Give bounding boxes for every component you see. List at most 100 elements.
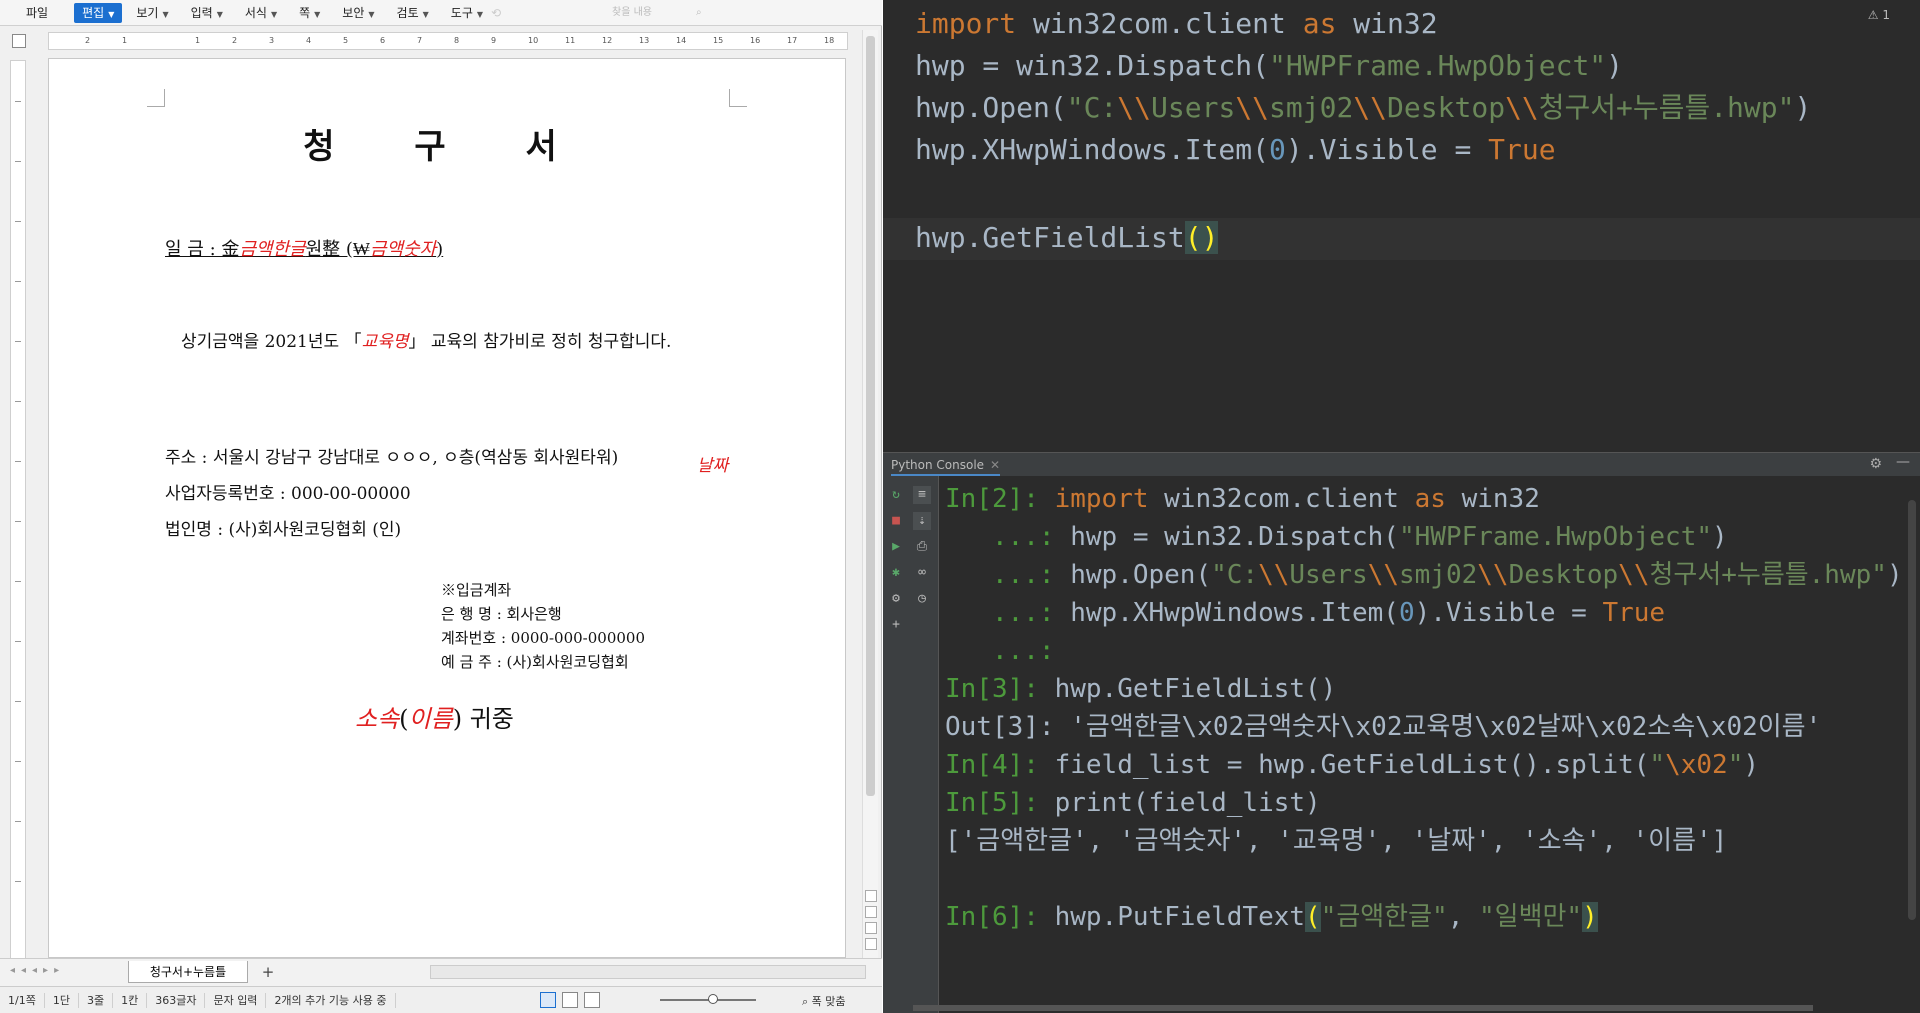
vertical-ruler[interactable]	[10, 60, 26, 960]
menu-tools-label: 도구	[450, 5, 473, 20]
field-department[interactable]: 소속	[355, 705, 399, 733]
gear-icon[interactable]: ⚙	[1869, 456, 1882, 472]
ruler-tick: 6	[380, 36, 386, 45]
doc-tab[interactable]: 청구서+누름틀	[128, 961, 248, 983]
console-line: In[3]: hwp.GetFieldList()	[945, 674, 1337, 704]
ruler-tick: 3	[269, 36, 275, 45]
ruler-tick: 9	[491, 36, 497, 45]
run-icon[interactable]: ▶	[887, 538, 905, 556]
menu-security[interactable]: 보안 ▼	[334, 3, 382, 23]
ruler-mark	[15, 461, 21, 462]
menu-view[interactable]: 보기 ▼	[128, 3, 176, 23]
add-tab-icon[interactable]: +	[258, 962, 278, 982]
ruler-tick: 18	[824, 36, 835, 45]
console-tab[interactable]: Python Console ✕	[891, 458, 1001, 476]
console-line: ...: hwp.Open("C:\\Users\\smj02\\Desktop…	[945, 560, 1903, 590]
code-editor[interactable]: ⚠ 1 import win32com.client as win32 hwp …	[883, 0, 1920, 452]
chevron-down-icon: ▼	[476, 9, 484, 19]
tab-nav-arrows-icon[interactable]: ◂◂◂▸▸	[10, 965, 65, 976]
python-console-output[interactable]: In[2]: import win32com.client as win32 .…	[939, 476, 1920, 1013]
hwp-horizontal-scrollbar[interactable]	[430, 965, 866, 979]
document-page[interactable]: 청 구 서 일 금 : 金금액한글원整 (₩금액숫자) 상기금액을 2021년도…	[48, 58, 846, 958]
print-icon[interactable]: ⎙	[913, 538, 931, 556]
search-placeholder: 찾을 내용	[612, 7, 652, 18]
hwp-vertical-scrollbar[interactable]	[862, 30, 878, 960]
warning-indicator[interactable]: ⚠ 1	[1868, 8, 1890, 22]
status-page[interactable]: 1/1쪽	[0, 992, 45, 1008]
ruler-tick: 15	[713, 36, 724, 45]
field-name[interactable]: 이름	[409, 705, 453, 733]
rerun-icon[interactable]: ↻	[887, 486, 905, 504]
scroll-up-icon[interactable]	[865, 890, 877, 902]
history-icon[interactable]: ◷	[913, 590, 931, 608]
amount-unit: 원整 (₩	[305, 239, 370, 260]
variables-icon[interactable]: ∞	[913, 564, 931, 582]
screen: 파일 편집 ▼ 보기 ▼ 입력 ▼ 서식 ▼ 쪽 ▼ 보안 ▼ 검토 ▼ 도구 ▼ ⟲ 찾을 내용…	[0, 0, 1920, 1013]
pin-icon[interactable]: ⟲	[491, 6, 501, 20]
console-line: ['금액한글', '금액숫자', '교육명', '날짜', '소속', '이름'…	[945, 826, 1728, 856]
page-view-icon[interactable]	[540, 992, 556, 1008]
horizontal-ruler[interactable]: 2 1 1 2 3 4 5 6 7 8 9 10 11 12 13 14 15 …	[48, 32, 848, 50]
status-input-mode[interactable]: 문자 입력	[205, 992, 267, 1008]
web-view-icon[interactable]	[584, 992, 600, 1008]
add-icon[interactable]: +	[887, 616, 905, 634]
doc-tab-label: 청구서+누름틀	[149, 965, 227, 979]
ruler-mark	[15, 101, 21, 102]
margin-corner	[729, 89, 747, 107]
menu-tools[interactable]: 도구 ▼ ⟲	[443, 3, 509, 23]
two-page-view-icon[interactable]	[562, 992, 578, 1008]
console-line: In[4]: field_list = hwp.GetFieldList().s…	[945, 750, 1759, 780]
menu-review[interactable]: 검토 ▼	[389, 3, 437, 23]
ruler-corner[interactable]	[12, 34, 26, 48]
menu-format-label: 서식	[244, 5, 267, 20]
ruler-tick: 17	[787, 36, 798, 45]
console-input-line[interactable]: In[6]: hwp.PutFieldText("금액한글", "일백만")	[945, 900, 1598, 934]
page-next-icon[interactable]	[865, 922, 877, 934]
field-course-name[interactable]: 교육명	[362, 332, 409, 352]
field-amount-korean[interactable]: 금액한글	[239, 239, 305, 260]
page-prev-icon[interactable]	[865, 906, 877, 918]
soft-wrap-icon[interactable]: ≡	[913, 486, 931, 504]
settings-icon[interactable]: ⚙	[887, 590, 905, 608]
menu-format[interactable]: 서식 ▼	[237, 3, 285, 23]
scroll-down-icon[interactable]	[865, 938, 877, 950]
business-registration-line: 사업자등록번호 : 000-00-00000	[165, 484, 411, 504]
stop-icon[interactable]: ■	[887, 512, 905, 530]
ruler-tick: 2	[85, 36, 91, 45]
zoom-fit-button[interactable]: ⌕ 폭 맞춤	[802, 993, 846, 1009]
console-line: ...: hwp = win32.Dispatch("HWPFrame.HwpO…	[945, 522, 1728, 552]
hwp-search-input[interactable]: 찾을 내용 ⌕	[612, 5, 722, 21]
ruler-tick: 4	[306, 36, 312, 45]
console-line: ...:	[945, 636, 1055, 666]
ruler-tick: 12	[602, 36, 613, 45]
zoom-icon: ⌕	[802, 995, 812, 1008]
console-vertical-scrollbar[interactable]	[1908, 500, 1916, 920]
minimize-icon[interactable]: —	[1896, 454, 1910, 470]
chevron-down-icon: ▼	[216, 9, 223, 19]
ruler-mark	[15, 521, 21, 522]
close-icon[interactable]: ✕	[990, 458, 1000, 472]
ruler-tick: 5	[343, 36, 349, 45]
document-tabbar: ◂◂◂▸▸ 청구서+누름틀 +	[0, 958, 882, 986]
zoom-slider-knob[interactable]	[708, 994, 718, 1004]
menu-file[interactable]: 파일	[18, 3, 56, 23]
ruler-mark	[15, 221, 21, 222]
debug-icon[interactable]: ✱	[887, 564, 905, 582]
menu-edit[interactable]: 편집 ▼	[74, 2, 123, 23]
scroll-thumb[interactable]	[866, 36, 875, 796]
depositor-line: 예 금 주 : (사)회사원코딩협회	[441, 653, 629, 671]
status-addons[interactable]: 2개의 추가 기능 사용 중	[266, 992, 396, 1008]
menu-input[interactable]: 입력 ▼	[183, 3, 231, 23]
menu-page[interactable]: 쪽 ▼	[291, 3, 328, 23]
warning-icon: ⚠	[1867, 8, 1879, 22]
console-tab-label: Python Console	[891, 458, 985, 472]
field-date[interactable]: 날짜	[697, 451, 728, 476]
console-horizontal-scrollbar[interactable]	[913, 1005, 1813, 1011]
menu-file-label: 파일	[26, 5, 49, 20]
search-icon[interactable]: ⌕	[696, 7, 702, 18]
ruler-mark	[15, 641, 21, 642]
chevron-down-icon: ▼	[422, 9, 429, 19]
scroll-end-icon[interactable]: ⇣	[913, 512, 931, 530]
field-amount-number[interactable]: 금액숫자	[370, 239, 436, 260]
zoom-slider[interactable]	[660, 994, 756, 1004]
